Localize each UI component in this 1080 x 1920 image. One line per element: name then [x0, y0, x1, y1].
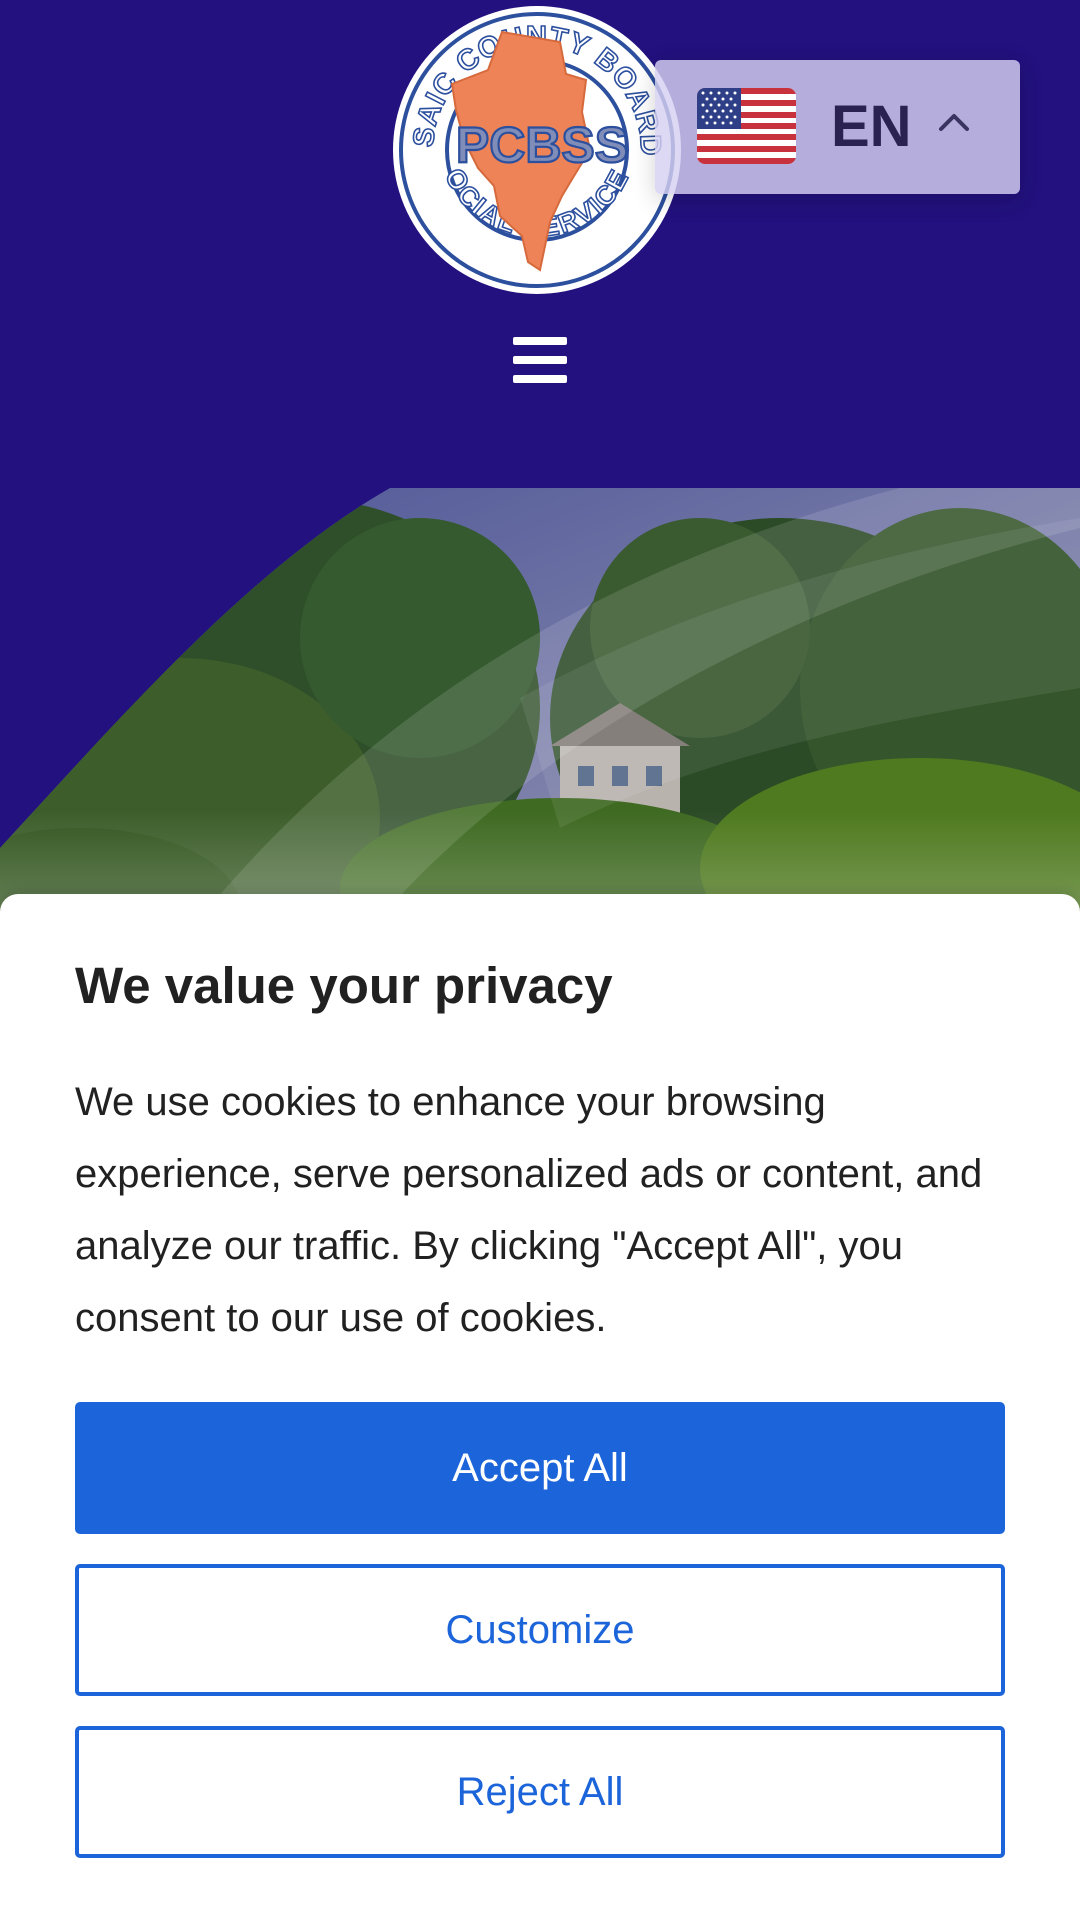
svg-text:PCBSS: PCBSS: [456, 117, 628, 173]
hamburger-menu-icon[interactable]: [510, 333, 570, 387]
cookie-consent-banner: We value your privacy We use cookies to …: [0, 894, 1080, 1920]
customize-button[interactable]: Customize: [75, 1564, 1005, 1696]
reject-all-button[interactable]: Reject All: [75, 1726, 1005, 1858]
pcbss-seal-logo: PASSAIC COUNTY BOARD OF SOCIAL SERVICES …: [390, 0, 681, 294]
chevron-up-icon: [936, 104, 972, 140]
language-code: EN: [831, 94, 912, 159]
hero-image: [0, 488, 1080, 918]
language-switcher[interactable]: EN: [655, 60, 1020, 194]
cookie-banner-message: We use cookies to enhance your browsing …: [75, 1080, 983, 1340]
accept-all-button[interactable]: Accept All: [75, 1402, 1005, 1534]
pcbss-logo[interactable]: PASSAIC COUNTY BOARD OF SOCIAL SERVICES …: [390, 0, 685, 295]
us-flag-icon: [697, 88, 796, 164]
cookie-banner-title: We value your privacy: [75, 957, 613, 1014]
site-header: PASSAIC COUNTY BOARD OF SOCIAL SERVICES …: [0, 0, 1080, 488]
page: PASSAIC COUNTY BOARD OF SOCIAL SERVICES …: [0, 0, 1080, 1920]
